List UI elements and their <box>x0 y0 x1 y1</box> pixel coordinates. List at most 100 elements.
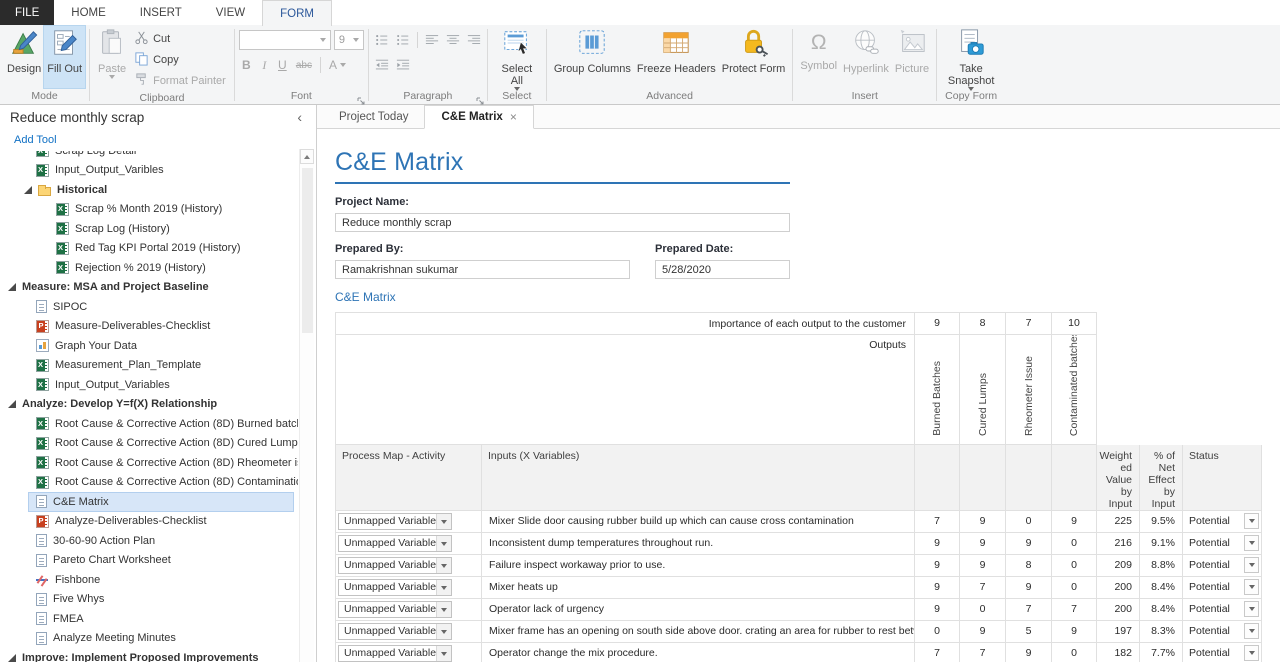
score-cell[interactable]: 7 <box>915 511 960 533</box>
score-cell[interactable]: 7 <box>960 577 1006 599</box>
add-tool-link[interactable]: Add Tool <box>0 131 70 148</box>
doc-tab-project-today[interactable]: Project Today <box>323 105 424 128</box>
score-cell[interactable]: 9 <box>960 533 1006 555</box>
process-variable-dropdown[interactable]: Unmapped Variable <box>338 601 452 618</box>
score-cell[interactable]: 9 <box>1052 621 1097 643</box>
font-color-button[interactable]: A <box>326 56 349 74</box>
dropdown-arrow-icon[interactable] <box>436 624 451 639</box>
scroll-up-icon[interactable] <box>300 149 314 164</box>
score-cell[interactable]: 7 <box>915 643 960 662</box>
take-snapshot-button[interactable]: Take Snapshot <box>941 26 1001 88</box>
importance-value[interactable]: 7 <box>1006 312 1052 335</box>
tab-home[interactable]: HOME <box>54 0 123 25</box>
font-dialog-launcher-icon[interactable] <box>357 93 366 102</box>
underline-button[interactable]: U <box>275 56 290 74</box>
expand-arrow-icon[interactable] <box>8 283 16 291</box>
paragraph-dialog-launcher-icon[interactable] <box>476 93 485 102</box>
increase-indent-icon[interactable] <box>394 56 412 74</box>
tab-form[interactable]: FORM <box>262 0 332 26</box>
tree-item[interactable]: Root Cause & Corrective Action (8D) Cont… <box>0 473 298 493</box>
importance-value[interactable]: 9 <box>915 312 960 335</box>
score-cell[interactable]: 9 <box>915 599 960 621</box>
close-tab-icon[interactable] <box>510 110 517 124</box>
font-size-combo[interactable]: 9 <box>334 30 364 50</box>
tree-item[interactable]: Measure-Deliverables-Checklist <box>0 317 298 337</box>
format-painter-button[interactable]: Format Painter <box>130 70 230 91</box>
status-dropdown-button[interactable] <box>1244 601 1259 617</box>
process-variable-dropdown[interactable]: Unmapped Variable <box>338 623 452 640</box>
bold-button[interactable]: B <box>239 56 254 74</box>
score-cell[interactable]: 9 <box>960 511 1006 533</box>
status-dropdown-button[interactable] <box>1244 557 1259 573</box>
tree-item[interactable]: Five Whys <box>0 590 298 610</box>
process-variable-dropdown[interactable]: Unmapped Variable <box>338 513 452 530</box>
dropdown-arrow-icon[interactable] <box>436 602 451 617</box>
scrollbar-thumb[interactable] <box>302 168 313 333</box>
importance-value[interactable]: 10 <box>1052 312 1097 335</box>
project-name-field[interactable] <box>335 213 790 232</box>
tree-item[interactable]: Root Cause & Corrective Action (8D) Burn… <box>0 414 298 434</box>
dropdown-arrow-icon[interactable] <box>436 536 451 551</box>
tree-item[interactable]: Analyze-Deliverables-Checklist <box>0 512 298 532</box>
score-cell[interactable]: 9 <box>1006 533 1052 555</box>
tree-item[interactable]: Root Cause & Corrective Action (8D) Rheo… <box>0 453 298 473</box>
score-cell[interactable]: 9 <box>960 555 1006 577</box>
importance-value[interactable]: 8 <box>960 312 1006 335</box>
process-variable-dropdown[interactable]: Unmapped Variable <box>338 535 452 552</box>
tree-item[interactable]: Measure: MSA and Project Baseline <box>0 278 298 298</box>
tab-view[interactable]: VIEW <box>199 0 262 25</box>
tab-insert[interactable]: INSERT <box>123 0 199 25</box>
align-left-icon[interactable] <box>423 31 441 49</box>
dropdown-arrow-icon[interactable] <box>436 514 451 529</box>
align-right-icon[interactable] <box>465 31 483 49</box>
score-cell[interactable]: 0 <box>915 621 960 643</box>
score-cell[interactable]: 0 <box>1052 577 1097 599</box>
tree-item[interactable]: Rejection % 2019 (History) <box>0 258 298 278</box>
freeze-headers-button[interactable]: Freeze Headers <box>634 26 719 88</box>
expand-arrow-icon[interactable] <box>24 186 32 194</box>
italic-button[interactable]: I <box>257 56 272 74</box>
input-variable-cell[interactable]: Mixer frame has an opening on south side… <box>482 621 915 643</box>
decrease-indent-icon[interactable] <box>373 56 391 74</box>
status-dropdown-button[interactable] <box>1244 623 1259 639</box>
collapse-sidebar-icon[interactable] <box>297 110 308 131</box>
hyperlink-button[interactable]: Hyperlink <box>840 26 892 88</box>
expand-arrow-icon[interactable] <box>8 654 16 662</box>
tree-item[interactable]: Scrap Log Detail <box>0 151 298 161</box>
score-cell[interactable]: 0 <box>1052 555 1097 577</box>
score-cell[interactable]: 9 <box>915 577 960 599</box>
tree-item[interactable]: Scrap Log (History) <box>0 219 298 239</box>
score-cell[interactable]: 9 <box>960 621 1006 643</box>
process-variable-dropdown[interactable]: Unmapped Variable <box>338 579 452 596</box>
tree-item[interactable]: Analyze Meeting Minutes <box>0 629 298 649</box>
align-center-icon[interactable] <box>444 31 462 49</box>
score-cell[interactable]: 0 <box>1006 511 1052 533</box>
score-cell[interactable]: 0 <box>1052 533 1097 555</box>
score-cell[interactable]: 0 <box>960 599 1006 621</box>
copy-button[interactable]: Copy <box>130 49 230 70</box>
tree-item[interactable]: Fishbone <box>0 570 298 590</box>
status-dropdown-button[interactable] <box>1244 513 1259 529</box>
tree-item[interactable]: Input_Output_Varibles <box>0 161 298 181</box>
score-cell[interactable]: 9 <box>915 533 960 555</box>
score-cell[interactable]: 0 <box>1052 643 1097 662</box>
input-variable-cell[interactable]: Operator change the mix procedure. <box>482 643 915 662</box>
tab-file[interactable]: FILE <box>0 0 54 25</box>
status-dropdown-button[interactable] <box>1244 645 1259 661</box>
dropdown-arrow-icon[interactable] <box>436 646 451 661</box>
protect-form-button[interactable]: Protect Form <box>719 26 789 88</box>
input-variable-cell[interactable]: Mixer heats up <box>482 577 915 599</box>
input-variable-cell[interactable]: Mixer Slide door causing rubber build up… <box>482 511 915 533</box>
doc-tab-ce-matrix[interactable]: C&E Matrix <box>424 105 533 129</box>
tree-item[interactable]: Pareto Chart Worksheet <box>0 551 298 571</box>
input-variable-cell[interactable]: Failure inspect workaway prior to use. <box>482 555 915 577</box>
score-cell[interactable]: 8 <box>1006 555 1052 577</box>
dropdown-arrow-icon[interactable] <box>436 580 451 595</box>
score-cell[interactable]: 9 <box>1006 643 1052 662</box>
score-cell[interactable]: 7 <box>1006 599 1052 621</box>
score-cell[interactable]: 7 <box>1052 599 1097 621</box>
symbol-button[interactable]: Ω Symbol <box>797 26 840 88</box>
fill-out-button[interactable]: Fill Out <box>44 26 85 88</box>
score-cell[interactable]: 9 <box>1052 511 1097 533</box>
input-variable-cell[interactable]: Inconsistent dump temperatures throughou… <box>482 533 915 555</box>
